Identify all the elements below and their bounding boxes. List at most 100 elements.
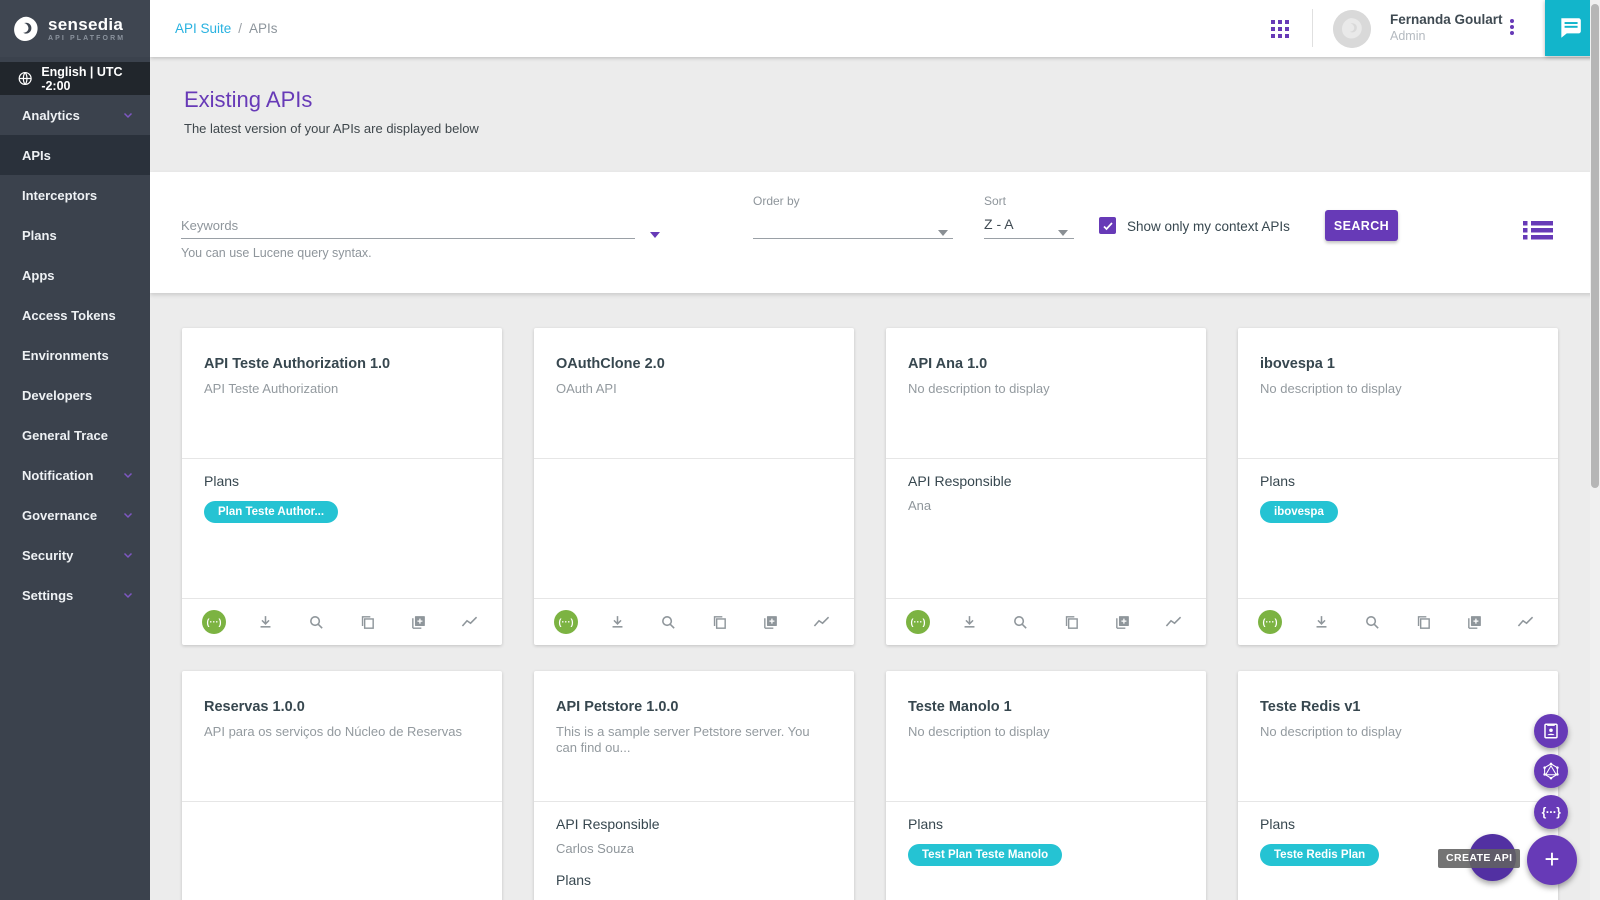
card-section-label: Plans (1260, 473, 1536, 489)
search-icon[interactable] (1360, 610, 1384, 634)
plan-chip[interactable]: Teste Redis Plan (1260, 844, 1379, 866)
api-contract-icon[interactable]: (···) (1258, 610, 1282, 634)
api-card-body: PlansTest Plan Teste Manolo (886, 801, 1206, 900)
scrollbar-track[interactable] (1590, 0, 1600, 900)
api-card-body (534, 458, 854, 598)
sidebar-item-settings[interactable]: Settings (0, 575, 150, 615)
api-card[interactable]: API Teste Authorization 1.0 API Teste Au… (182, 328, 502, 645)
api-card-title: ibovespa 1 (1260, 356, 1536, 372)
scrollbar-thumb[interactable] (1591, 4, 1599, 488)
sort-caret-icon[interactable] (1058, 230, 1068, 236)
copy-icon[interactable] (356, 610, 380, 634)
sidebar-nav: Analytics APIs Interceptors Plans Apps A… (0, 95, 150, 615)
copy-icon[interactable] (1060, 610, 1084, 634)
check-icon (1102, 220, 1114, 232)
plus-icon: + (1544, 846, 1559, 872)
sidebar-item-apis[interactable]: APIs (0, 135, 150, 175)
page-title: Existing APIs (184, 87, 1600, 113)
sidebar-item-developers[interactable]: Developers (0, 375, 150, 415)
api-card-actions: (···) (534, 598, 854, 645)
api-card-body (182, 801, 502, 900)
api-card-actions: (···) (1238, 598, 1558, 645)
order-by-caret-icon[interactable] (938, 230, 948, 236)
sidebar-item-general-trace[interactable]: General Trace (0, 415, 150, 455)
api-contract-icon[interactable]: (···) (202, 610, 226, 634)
chevron-down-icon (122, 109, 134, 121)
locale-selector[interactable]: English | UTC -2:00 (0, 62, 150, 95)
create-api-template-fab[interactable] (1534, 714, 1568, 748)
avatar[interactable] (1333, 10, 1371, 48)
card-section-value: Carlos Souza (556, 841, 832, 856)
brand-logo[interactable]: sensedia API PLATFORM (0, 0, 150, 57)
user-menu-kebab-icon[interactable] (1502, 17, 1522, 41)
plan-chip[interactable]: Plan Teste Author... (204, 501, 338, 523)
api-contract-icon[interactable]: (···) (906, 610, 930, 634)
analytics-trend-icon[interactable] (1514, 610, 1538, 634)
breadcrumb-api-suite[interactable]: API Suite (175, 21, 231, 36)
new-version-icon[interactable] (1111, 610, 1135, 634)
breadcrumb-separator: / (238, 21, 242, 36)
api-card-title: Reservas 1.0.0 (204, 699, 480, 715)
api-card-body: API ResponsibleAna (886, 458, 1206, 598)
copy-icon[interactable] (708, 610, 732, 634)
api-card[interactable]: Reservas 1.0.0 API para os serviços do N… (182, 671, 502, 900)
new-version-icon[interactable] (1463, 610, 1487, 634)
sidebar-item-governance[interactable]: Governance (0, 495, 150, 535)
export-download-icon[interactable] (605, 610, 629, 634)
sidebar-item-interceptors[interactable]: Interceptors (0, 175, 150, 215)
api-card[interactable]: API Ana 1.0 No description to display AP… (886, 328, 1206, 645)
api-contract-icon[interactable]: (···) (554, 610, 578, 634)
keywords-input[interactable]: Keywords (181, 218, 238, 233)
api-card[interactable]: ibovespa 1 No description to display Pla… (1238, 328, 1558, 645)
api-card[interactable]: API Petstore 1.0.0 This is a sample serv… (534, 671, 854, 900)
api-card[interactable]: Teste Manolo 1 No description to display… (886, 671, 1206, 900)
sidebar-item-plans[interactable]: Plans (0, 215, 150, 255)
list-view-toggle-icon[interactable] (1523, 221, 1553, 245)
sidebar-item-environments[interactable]: Environments (0, 335, 150, 375)
chat-button[interactable] (1545, 0, 1595, 56)
api-card-actions: (···) (182, 598, 502, 645)
breadcrumb: API Suite / APIs (175, 0, 278, 57)
create-rest-api-fab[interactable]: {···} (1534, 795, 1568, 829)
context-apis-label: Show only my context APIs (1127, 219, 1290, 234)
search-button[interactable]: SEARCH (1325, 210, 1398, 241)
apps-grid-icon[interactable] (1268, 17, 1292, 41)
plan-chip[interactable]: Test Plan Teste Manolo (908, 844, 1062, 866)
plan-chip[interactable]: ibovespa (1260, 501, 1338, 523)
card-section-label: Plans (1260, 816, 1536, 832)
brand-tagline: API PLATFORM (48, 35, 125, 42)
search-icon[interactable] (656, 610, 680, 634)
export-download-icon[interactable] (1309, 610, 1333, 634)
context-apis-checkbox[interactable] (1099, 217, 1116, 234)
export-download-icon[interactable] (253, 610, 277, 634)
analytics-trend-icon[interactable] (810, 610, 834, 634)
sidebar-item-security[interactable]: Security (0, 535, 150, 575)
create-api-tooltip: CREATE API (1438, 849, 1520, 868)
sidebar-item-apps[interactable]: Apps (0, 255, 150, 295)
sort-select[interactable]: Z - A (984, 216, 1014, 232)
new-version-icon[interactable] (759, 610, 783, 634)
copy-icon[interactable] (1412, 610, 1436, 634)
api-card-title: API Petstore 1.0.0 (556, 699, 832, 715)
add-fab[interactable]: + (1527, 835, 1577, 885)
order-by-label: Order by (753, 194, 800, 208)
api-card[interactable]: OAuthClone 2.0 OAuth API (···) (534, 328, 854, 645)
sidebar-item-analytics[interactable]: Analytics (0, 95, 150, 135)
app-root: sensedia API PLATFORM English | UTC -2:0… (0, 0, 1600, 900)
chevron-down-icon (122, 509, 134, 521)
page-subtitle: The latest version of your APIs are disp… (184, 121, 1600, 136)
new-version-icon[interactable] (407, 610, 431, 634)
search-icon[interactable] (1008, 610, 1032, 634)
export-download-icon[interactable] (957, 610, 981, 634)
user-info[interactable]: Fernanda Goulart Admin (1390, 12, 1503, 43)
card-section-label: Plans (556, 872, 832, 888)
chat-icon (1557, 15, 1583, 41)
sidebar-item-notification[interactable]: Notification (0, 455, 150, 495)
create-graphql-api-fab[interactable] (1534, 754, 1568, 788)
keywords-dropdown-caret-icon[interactable] (650, 232, 660, 238)
analytics-trend-icon[interactable] (1162, 610, 1186, 634)
sidebar-item-access-tokens[interactable]: Access Tokens (0, 295, 150, 335)
api-card-actions: (···) (886, 598, 1206, 645)
analytics-trend-icon[interactable] (458, 610, 482, 634)
search-icon[interactable] (304, 610, 328, 634)
